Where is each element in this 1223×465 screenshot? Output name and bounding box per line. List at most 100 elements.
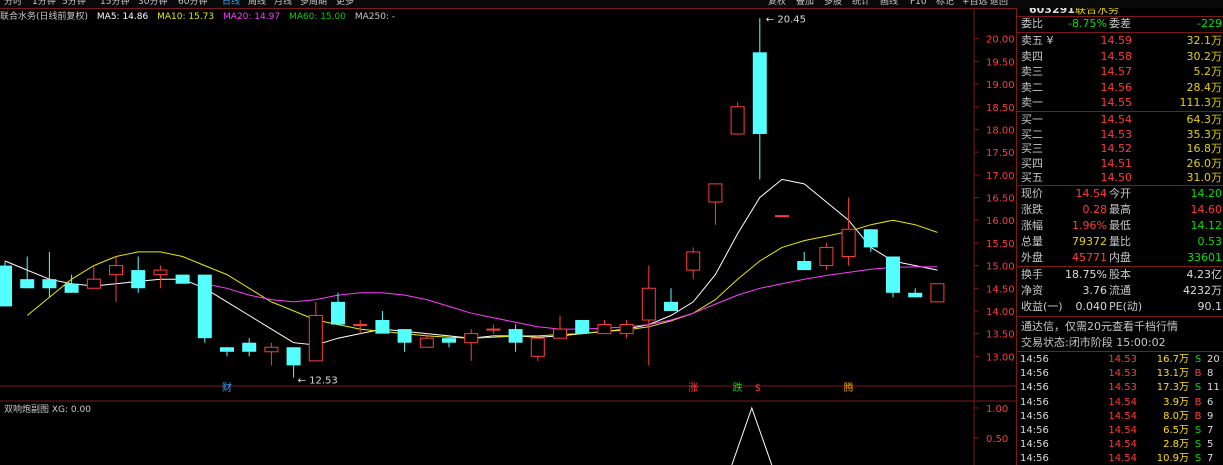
- candle: [841, 197, 856, 266]
- tick-price: 14.53: [1108, 354, 1137, 365]
- period-tab[interactable]: 15分钟: [100, 0, 129, 8]
- quote-stat-row: 总量 79372 量比 0.53: [1017, 234, 1223, 250]
- tick-price: 14.53: [1108, 382, 1137, 394]
- period-tab[interactable]: 多周期: [300, 0, 327, 8]
- candle-body: [641, 287, 656, 321]
- candle-body: [686, 251, 701, 271]
- signal-spike: [731, 406, 773, 465]
- candle-body: [575, 320, 590, 334]
- bid-level[interactable]: 买五 14.50 31.0万: [1017, 170, 1223, 186]
- period-tab[interactable]: 周线: [248, 0, 266, 8]
- level-volume: 64.3万: [1186, 113, 1223, 126]
- kline-chart[interactable]: 20.00 19.50 19.00 18.50 18.00 17.50 17.00 16.50…: [0, 8, 1016, 465]
- candle: [908, 288, 923, 298]
- toolbar-button[interactable]: 统计: [852, 0, 870, 8]
- toolbar-button[interactable]: 复权: [768, 0, 786, 8]
- period-tab[interactable]: 30分钟: [138, 0, 167, 8]
- ask-level[interactable]: 卖三 14.57 5.2万: [1017, 64, 1223, 80]
- candle: [375, 310, 390, 334]
- level-volume: 32.1万: [1186, 34, 1223, 47]
- period-tab[interactable]: 日线: [222, 0, 240, 8]
- period-tab[interactable]: 月线: [274, 0, 292, 8]
- candle-body: [220, 347, 234, 352]
- tick-time: 14:56: [1020, 382, 1049, 394]
- candle: [486, 324, 501, 334]
- tick-time: 14:56: [1020, 354, 1049, 365]
- stat-value: 14.54: [1075, 187, 1108, 200]
- period-tab[interactable]: 分时: [4, 0, 22, 8]
- level-label: 卖一: [1021, 96, 1043, 110]
- bid-level[interactable]: 买四 14.51 26.0万: [1017, 156, 1223, 172]
- toolbar-button[interactable]: F10: [910, 0, 927, 8]
- y-tick-label: 16.00: [986, 216, 1015, 227]
- quote-stat-row: 现价 14.54 今开 14.20: [1017, 186, 1223, 202]
- candle: [597, 320, 612, 335]
- tick-time: 14:56: [1020, 453, 1049, 465]
- stat-value: 79372: [1072, 235, 1107, 248]
- toolbar-button[interactable]: 多股: [824, 0, 842, 8]
- candle-body: [286, 347, 301, 366]
- candle-body: [464, 333, 479, 344]
- weibi-label: 委比: [1021, 17, 1043, 30]
- bid-level[interactable]: 买一 14.54 64.3万: [1017, 112, 1223, 128]
- level-price: 14.55: [1100, 96, 1133, 110]
- stat-label: PE(动): [1109, 300, 1143, 313]
- candle-body: [797, 261, 812, 271]
- ask-level[interactable]: 卖四 14.58 30.2万: [1017, 49, 1223, 65]
- stat-label: 涨幅: [1021, 219, 1043, 232]
- level-volume: 28.4万: [1186, 80, 1223, 94]
- tick-row: 14:56 14.54 8.0万 B 9: [1017, 409, 1223, 424]
- candle-body: [197, 274, 212, 339]
- toolbar-button[interactable]: +自选: [962, 0, 988, 8]
- period-tab[interactable]: 更多: [336, 0, 354, 8]
- level-volume: 5.2万: [1193, 65, 1223, 79]
- candle-body: [175, 274, 190, 284]
- stat-value: 14.12: [1190, 219, 1223, 232]
- toolbar-button[interactable]: 画线: [880, 0, 898, 8]
- stat-value: 4.23亿: [1186, 268, 1223, 281]
- level-price: 14.54: [1100, 113, 1133, 126]
- level-price: 14.57: [1100, 65, 1133, 79]
- candle: [308, 301, 323, 362]
- tick-row: 14:56 14.54 3.9万 B 6: [1017, 395, 1223, 410]
- period-tab[interactable]: 60分钟: [178, 0, 207, 8]
- stat-label: 量比: [1109, 235, 1131, 248]
- toolbar-button[interactable]: 返回: [990, 0, 1008, 8]
- stat-label: 股本: [1109, 268, 1131, 281]
- y-tick-label: 17.00: [986, 171, 1015, 182]
- toolbar-button[interactable]: 叠加: [796, 0, 814, 8]
- ask-level[interactable]: 卖五 ¥ 14.59 32.1万: [1017, 33, 1223, 49]
- bid-level[interactable]: 买三 14.52 16.8万: [1017, 141, 1223, 157]
- period-tab[interactable]: 5分钟: [62, 0, 86, 8]
- candle: [131, 256, 146, 293]
- candle-body: [908, 292, 923, 298]
- low-annotation: ← 12.53: [298, 376, 338, 387]
- candle: [42, 251, 57, 298]
- candle-body: [20, 279, 35, 289]
- candle: [464, 329, 479, 361]
- tick-side: S: [1194, 439, 1202, 451]
- bid-level[interactable]: 买二 14.53 35.3万: [1017, 127, 1223, 143]
- candle: [220, 347, 234, 357]
- stat-label: 最低: [1109, 219, 1131, 232]
- candle: [797, 251, 812, 271]
- y-tick-label: 15.00: [986, 262, 1015, 273]
- tick-price: 14.53: [1108, 368, 1137, 380]
- period-tab[interactable]: 1分钟: [32, 0, 56, 8]
- toolbar-button[interactable]: 标记: [936, 0, 954, 8]
- level-label: 买三: [1021, 142, 1043, 156]
- sub-y-tick-label: 0.50: [986, 434, 1008, 445]
- stat-value: 45771: [1072, 251, 1107, 264]
- level-price: 14.50: [1100, 171, 1133, 185]
- ask-level[interactable]: 卖一 14.55 111.3万: [1017, 95, 1223, 111]
- candle: [397, 329, 412, 352]
- candle-body: [619, 324, 634, 335]
- tick-time: 14:56: [1020, 425, 1049, 436]
- ask-level[interactable]: 卖二 14.56 28.4万: [1017, 80, 1223, 96]
- y-tick-label: 16.50: [986, 194, 1015, 205]
- candle-body: [242, 342, 257, 352]
- candle-body: [508, 329, 523, 343]
- level-label: 买一: [1021, 113, 1043, 126]
- stat-value: 18.75%: [1065, 268, 1107, 281]
- quote-stat-row: 换手 18.75% 股本 4.23亿: [1017, 267, 1223, 283]
